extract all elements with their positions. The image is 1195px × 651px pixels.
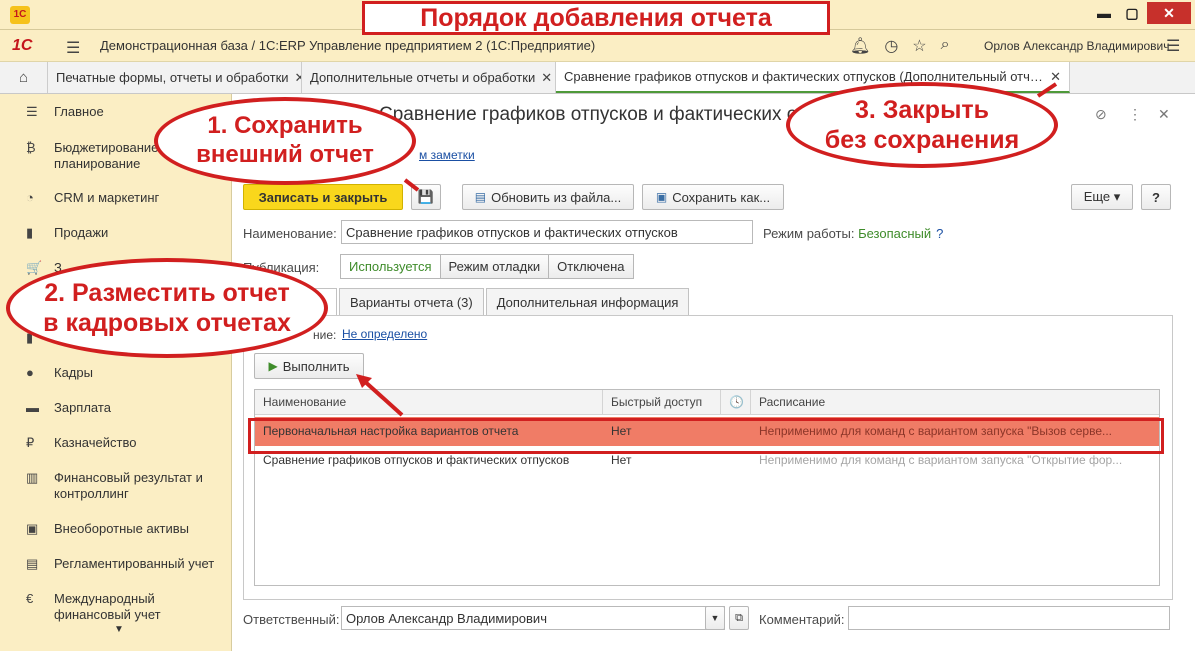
callout-place: 2. Разместить отчет в кадровых отчетах (6, 258, 328, 358)
callout-text: 3. Закрыть (854, 96, 990, 124)
callout-text: 2. Разместить отчет (44, 279, 290, 307)
callout-text: 1. Сохранить (207, 112, 363, 140)
callout-text: в кадровых отчетах (43, 309, 291, 337)
callout-save: 1. Сохранить внешний отчет (154, 97, 416, 185)
arrow-to-save (403, 178, 420, 192)
callout-text: без сохранения (824, 126, 1020, 154)
callout-close: 3. Закрыть без сохранения (786, 82, 1058, 168)
arrow-to-close (1036, 82, 1058, 98)
callout-text: внешний отчет (196, 141, 374, 168)
arrow-to-run (360, 377, 404, 417)
